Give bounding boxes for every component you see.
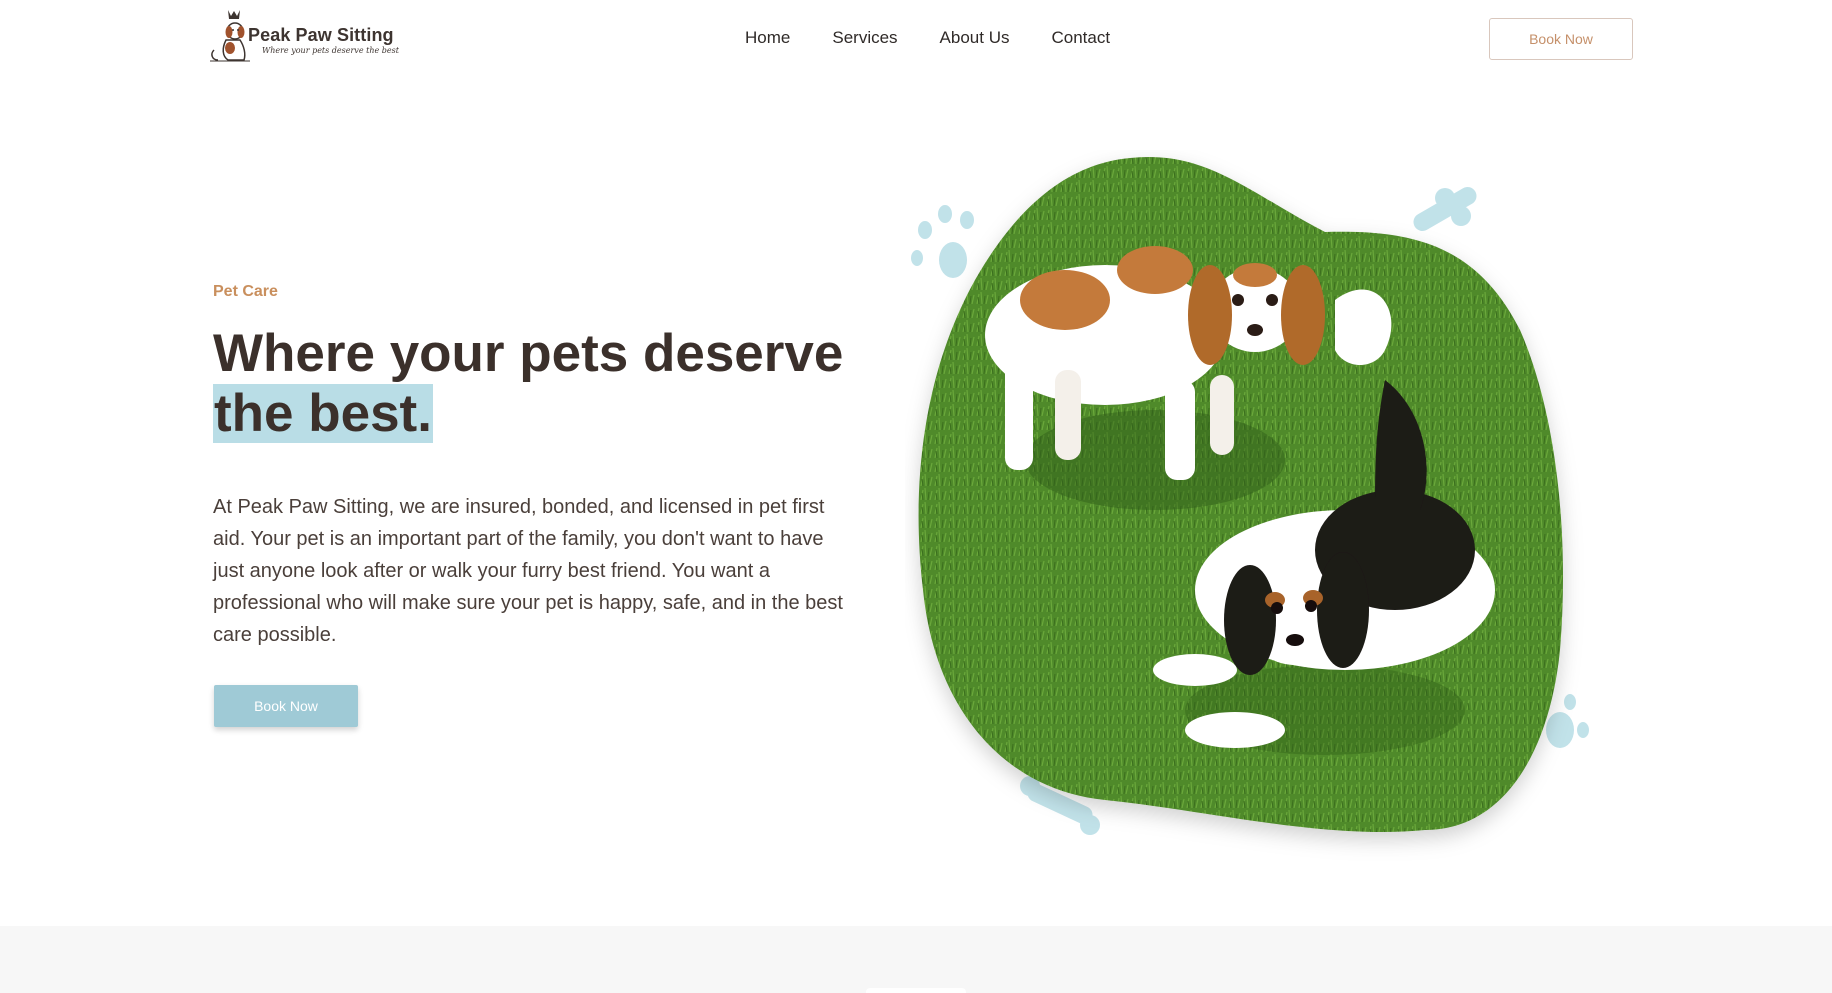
logo[interactable]: Peak Paw Sitting Where your pets deserve… [200,4,400,64]
next-section-tab [866,988,966,993]
headline-main: Where your pets deserve [213,324,844,383]
logo-tagline: Where your pets deserve the best [262,46,399,55]
paw-decoration-icon [1546,694,1589,748]
site-header: Peak Paw Sitting Where your pets deserve… [0,0,1832,78]
next-section [0,926,1832,993]
nav-about-us[interactable]: About Us [940,28,1010,48]
hero-eyebrow: Pet Care [213,283,278,300]
nav-contact[interactable]: Contact [1051,28,1110,48]
hero-headline: Where your pets deserve the best. [213,324,853,444]
hero-dogs-image [911,156,1589,835]
bone-decoration-icon [1413,187,1477,231]
hero-book-now-button[interactable]: Book Now [214,685,358,727]
paw-decoration-icon [911,205,974,278]
logo-title: Peak Paw Sitting [248,25,394,45]
nav-services[interactable]: Services [832,28,897,48]
main-nav: Home Services About Us Contact [745,28,1110,48]
headline-highlight: the best. [213,384,433,443]
nav-home[interactable]: Home [745,28,790,48]
header-book-now-button[interactable]: Book Now [1489,18,1633,60]
hero-description: At Peak Paw Sitting, we are insured, bon… [213,496,843,646]
